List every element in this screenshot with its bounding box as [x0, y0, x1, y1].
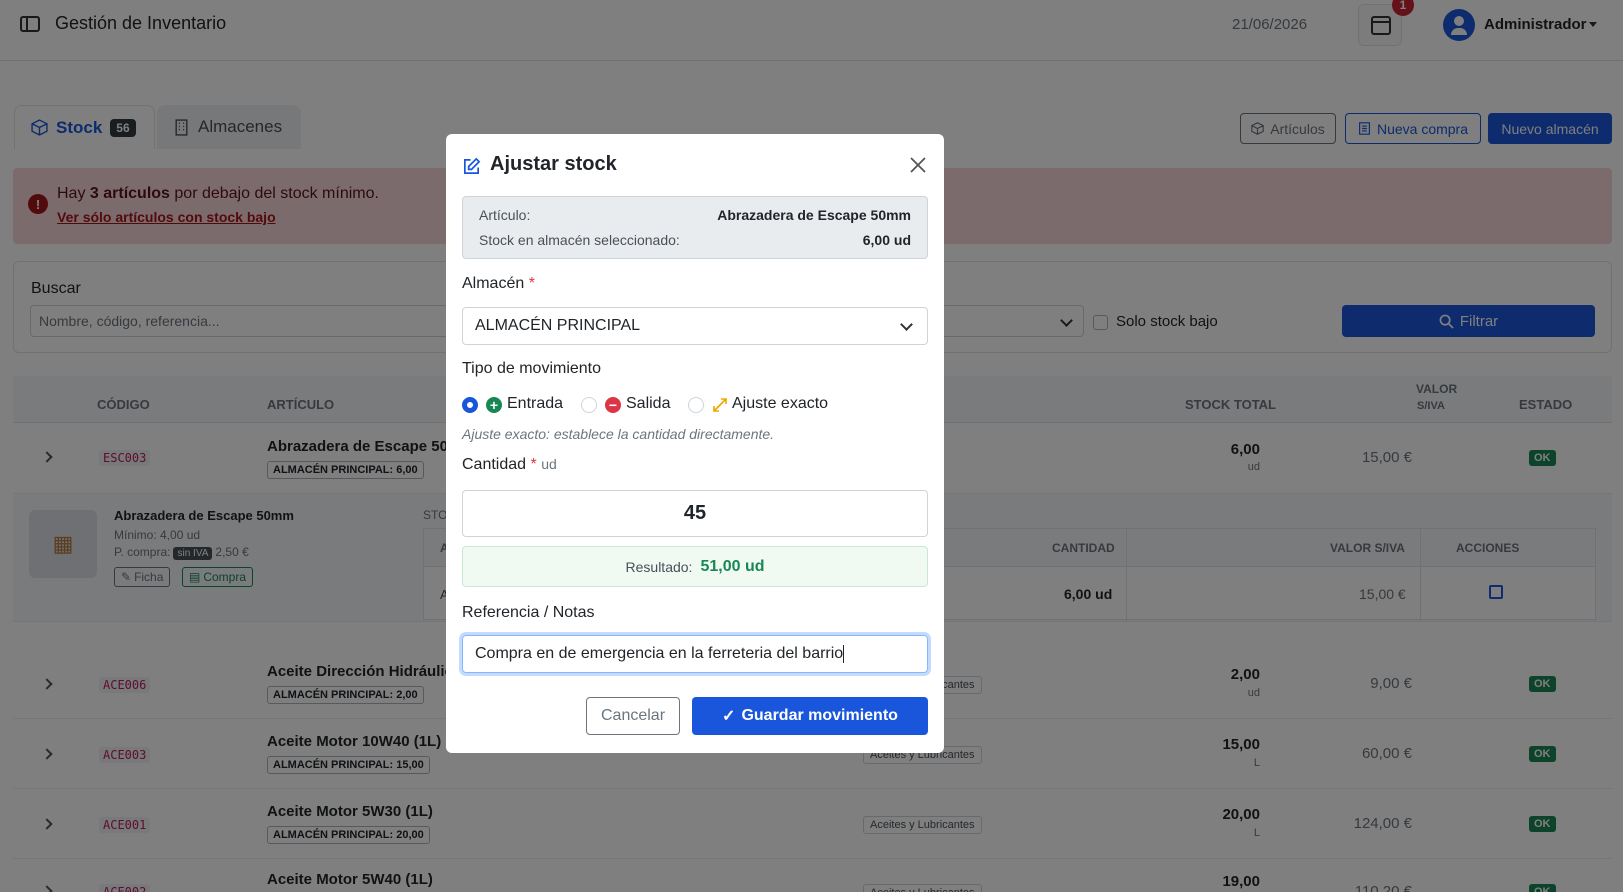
cancel-button[interactable]: Cancelar [586, 697, 680, 735]
radio-entrada[interactable] [462, 397, 478, 413]
entrada-label[interactable]: Entrada [507, 395, 563, 413]
close-icon[interactable] [908, 155, 928, 175]
check-icon: ✓ [722, 708, 736, 725]
ajuste-exacto-label[interactable]: Ajuste exacto [732, 395, 828, 413]
edit-icon [463, 157, 481, 175]
notas-input[interactable]: Compra en de emergencia en la ferreteria… [462, 635, 928, 673]
cantidad-label: Cantidad * ud [462, 456, 557, 473]
result-value: 51,00 ud [700, 557, 765, 575]
save-label: Guardar movimiento [741, 707, 898, 724]
notas-label: Referencia / Notas [462, 604, 595, 621]
modal-title: Ajustar stock [490, 153, 617, 175]
almacen-label: Almacén * [462, 275, 535, 292]
info-article-value: Abrazadera de Escape 50mm [717, 207, 911, 223]
tipo-movimiento-label: Tipo de movimiento [462, 360, 602, 377]
almacen-select[interactable]: ALMACÉN PRINCIPAL [462, 307, 928, 345]
adjust-stock-modal: Ajustar stock Artículo: Abrazadera de Es… [446, 134, 944, 753]
salida-label[interactable]: Salida [626, 395, 670, 413]
radio-salida[interactable] [581, 397, 597, 413]
arrows-expand-icon [713, 398, 727, 412]
save-movement-button[interactable]: ✓ Guardar movimiento [692, 697, 928, 735]
plus-circle-icon: + [486, 397, 502, 413]
text-caret [843, 645, 845, 663]
article-info-box: Artículo: Abrazadera de Escape 50mm Stoc… [462, 196, 928, 259]
result-box: Resultado: 51,00 ud [462, 546, 928, 587]
radio-ajuste-exacto[interactable] [688, 397, 704, 413]
minus-circle-icon: − [605, 397, 621, 413]
info-article-label: Artículo: [479, 207, 531, 223]
result-label: Resultado: [625, 558, 693, 575]
info-stock-value: 6,00 ud [862, 232, 911, 248]
cantidad-input[interactable]: 45 [462, 490, 928, 537]
movement-hint: Ajuste exacto: establece la cantidad dir… [462, 426, 775, 442]
info-stock-label: Stock en almacén seleccionado: [479, 232, 680, 248]
